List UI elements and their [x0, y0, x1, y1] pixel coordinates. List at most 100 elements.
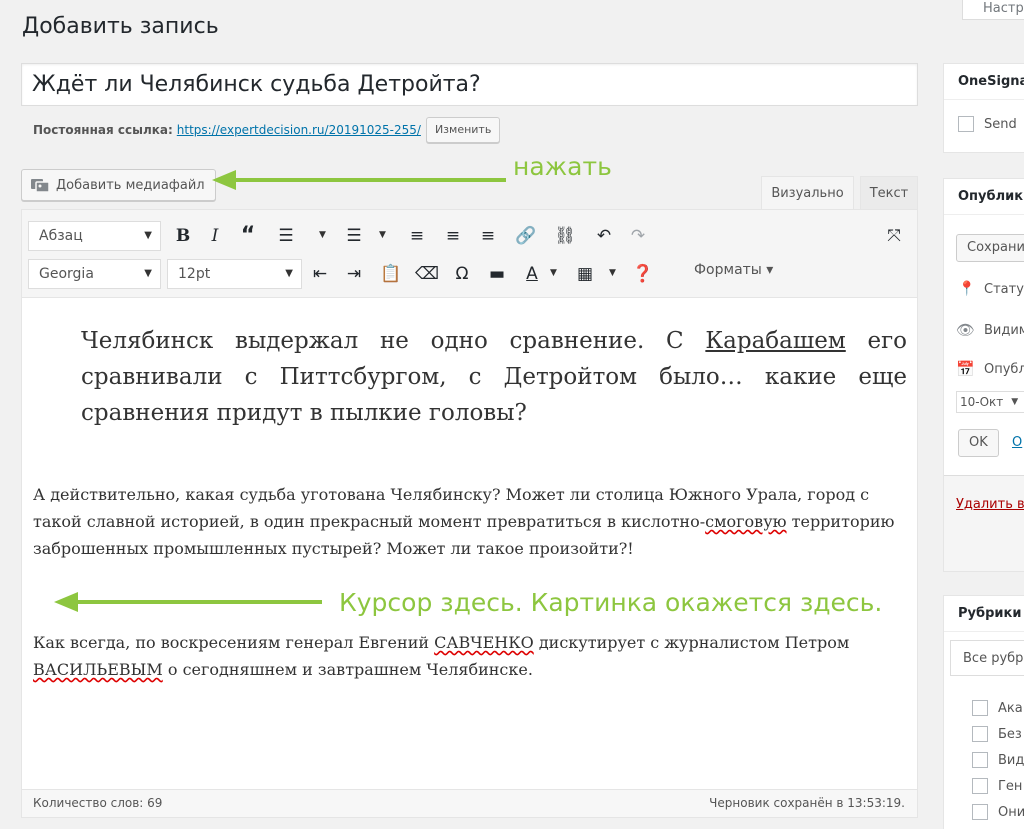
text-color-icon[interactable]: A	[520, 262, 544, 286]
category-item[interactable]: Без	[972, 726, 1022, 742]
align-center-icon[interactable]: ≡	[441, 224, 465, 248]
onesignal-title: OneSigna	[944, 64, 1024, 100]
link-icon[interactable]: 🔗	[514, 224, 538, 248]
editor: Абзац ▼ B I “ ☰ ▼ ☰ ▼ ≡ ≡ ≡ 🔗 ⛓ ↶ ↷ ⤧ Ge…	[21, 209, 918, 818]
editor-statusbar: Количество слов: 69 Черновик сохранён в …	[22, 789, 917, 817]
undo-icon[interactable]: ↶	[592, 224, 616, 248]
bold-icon[interactable]: B	[171, 224, 195, 248]
chevron-down-icon[interactable]: ▼	[379, 230, 386, 240]
permalink-link[interactable]: https://expertdecision.ru/20191025-255/	[177, 123, 421, 137]
paragraph-format-value: Абзац	[39, 228, 83, 244]
tab-visual[interactable]: Визуально	[761, 176, 854, 209]
align-right-icon[interactable]: ≡	[476, 224, 500, 248]
help-icon[interactable]: ❓	[631, 262, 655, 286]
category-checkbox[interactable]	[972, 752, 988, 768]
onesignal-box: OneSigna Send	[943, 63, 1024, 153]
publish-box: Опублик Сохрани 📍 Статус 👁 Видим 📅 Опубл…	[943, 178, 1024, 572]
paste-text-icon[interactable]: 📋	[379, 262, 403, 286]
misspelled-word: САВЧЕНКО	[434, 633, 534, 652]
fullscreen-icon[interactable]: ⤧	[882, 224, 906, 248]
category-checkbox[interactable]	[972, 726, 988, 742]
category-checkbox[interactable]	[972, 700, 988, 716]
category-item[interactable]: Вид	[972, 752, 1024, 768]
permalink-edit-button[interactable]: Изменить	[425, 117, 501, 143]
publish-date-row: 📅 Опубл	[956, 360, 1024, 378]
status-label: Статус	[984, 281, 1024, 297]
add-media-label: Добавить медиафайл	[56, 177, 205, 193]
category-label: Они	[998, 804, 1024, 820]
categories-title: Рубрики	[944, 596, 1024, 632]
align-left-icon[interactable]: ≡	[405, 224, 429, 248]
page-title: Добавить запись	[22, 14, 219, 39]
onesignal-send-row[interactable]: Send	[958, 116, 1017, 132]
cancel-link[interactable]: О	[1012, 435, 1022, 450]
chevron-down-icon[interactable]: ▼	[609, 268, 616, 278]
tab-text[interactable]: Текст	[860, 176, 918, 209]
category-checkbox[interactable]	[972, 778, 988, 794]
category-item[interactable]: Ака	[972, 700, 1023, 716]
categories-box: Рубрики Все рубр Ака Без Вид Ген Они	[943, 595, 1024, 829]
redo-icon[interactable]: ↷	[626, 224, 650, 248]
send-label: Send	[984, 116, 1017, 132]
month-value: 10-Окт	[960, 395, 1004, 409]
outdent-icon[interactable]: ⇤	[308, 262, 332, 286]
bullet-list-icon[interactable]: ☰	[274, 224, 298, 248]
all-categories-tab[interactable]: Все рубр	[950, 640, 1024, 676]
eye-icon: 👁	[956, 321, 976, 339]
calendar-icon: 📅	[956, 360, 975, 378]
annotation-arrow-media	[212, 170, 506, 190]
unlink-icon[interactable]: ⛓	[553, 224, 577, 248]
category-label: Без	[998, 726, 1022, 742]
quote-link: Карабашем	[705, 328, 846, 354]
formats-menu[interactable]: Форматы ▾	[694, 262, 773, 278]
indent-icon[interactable]: ⇥	[342, 262, 366, 286]
month-select[interactable]: 10-Окт ▼	[956, 391, 1024, 413]
annotation-cursor-note: Курсор здесь. Картинка окажется здесь.	[339, 588, 883, 617]
numbered-list-icon[interactable]: ☰	[342, 224, 366, 248]
misspelled-word: ВАСИЛЬЕВЫМ	[33, 660, 163, 679]
chevron-down-icon[interactable]: ▼	[319, 230, 326, 240]
post-title-input[interactable]: Ждёт ли Челябинск судьба Детройта?	[21, 63, 918, 106]
category-label: Ген	[998, 778, 1023, 794]
ok-button[interactable]: OK	[958, 429, 999, 457]
publish-date-label: Опубл	[984, 361, 1024, 377]
table-icon[interactable]: ▦	[573, 262, 597, 286]
category-label: Вид	[998, 752, 1024, 768]
draft-saved-status: Черновик сохранён в 13:53:19.	[709, 796, 905, 810]
italic-icon[interactable]: I	[203, 224, 227, 248]
screen-options-button[interactable]: Настр	[962, 0, 1024, 20]
permalink-row: Постоянная ссылка: https://expertdecisio…	[33, 117, 501, 143]
chevron-down-icon[interactable]: ▼	[550, 268, 557, 278]
save-draft-button[interactable]: Сохрани	[956, 234, 1024, 262]
visibility-label: Видим	[984, 322, 1024, 338]
annotation-press: нажать	[513, 152, 612, 181]
chevron-down-icon: ▼	[144, 230, 152, 241]
editor-content[interactable]: Челябинск выдержал не одно сравнение. С …	[22, 299, 917, 789]
font-size-value: 12pt	[178, 266, 211, 282]
paragraph-1: А действительно, какая судьба уготована …	[33, 485, 895, 558]
category-checkbox[interactable]	[972, 804, 988, 820]
delete-link[interactable]: Удалить в	[956, 497, 1024, 512]
editor-toolbar: Абзац ▼ B I “ ☰ ▼ ☰ ▼ ≡ ≡ ≡ 🔗 ⛓ ↶ ↷ ⤧ Ge…	[22, 210, 917, 298]
font-size-select[interactable]: 12pt ▼	[167, 259, 302, 289]
misspelled-word: смоговую	[705, 512, 787, 531]
media-icon	[31, 179, 50, 193]
clear-formatting-icon[interactable]: ⌫	[415, 262, 439, 286]
formats-label: Форматы	[694, 262, 762, 278]
publish-actions-bar	[944, 475, 1024, 571]
pin-icon: 📍	[958, 281, 976, 297]
word-count: Количество слов: 69	[33, 796, 163, 810]
category-item[interactable]: Ген	[972, 778, 1022, 794]
font-family-select[interactable]: Georgia ▼	[28, 259, 161, 289]
blockquote-icon[interactable]: “	[236, 224, 260, 248]
status-row: 📍 Статус	[958, 281, 1024, 297]
publish-title: Опублик	[944, 179, 1024, 215]
annotation-arrow-cursor	[54, 592, 322, 612]
chevron-down-icon: ▼	[285, 268, 293, 279]
special-character-icon[interactable]: Ω	[450, 262, 474, 286]
send-checkbox[interactable]	[958, 116, 974, 132]
paragraph-format-select[interactable]: Абзац ▼	[28, 221, 161, 251]
category-item[interactable]: Они	[972, 804, 1024, 820]
horizontal-line-icon[interactable]: ▬	[485, 262, 509, 286]
add-media-button[interactable]: Добавить медиафайл	[21, 169, 216, 201]
